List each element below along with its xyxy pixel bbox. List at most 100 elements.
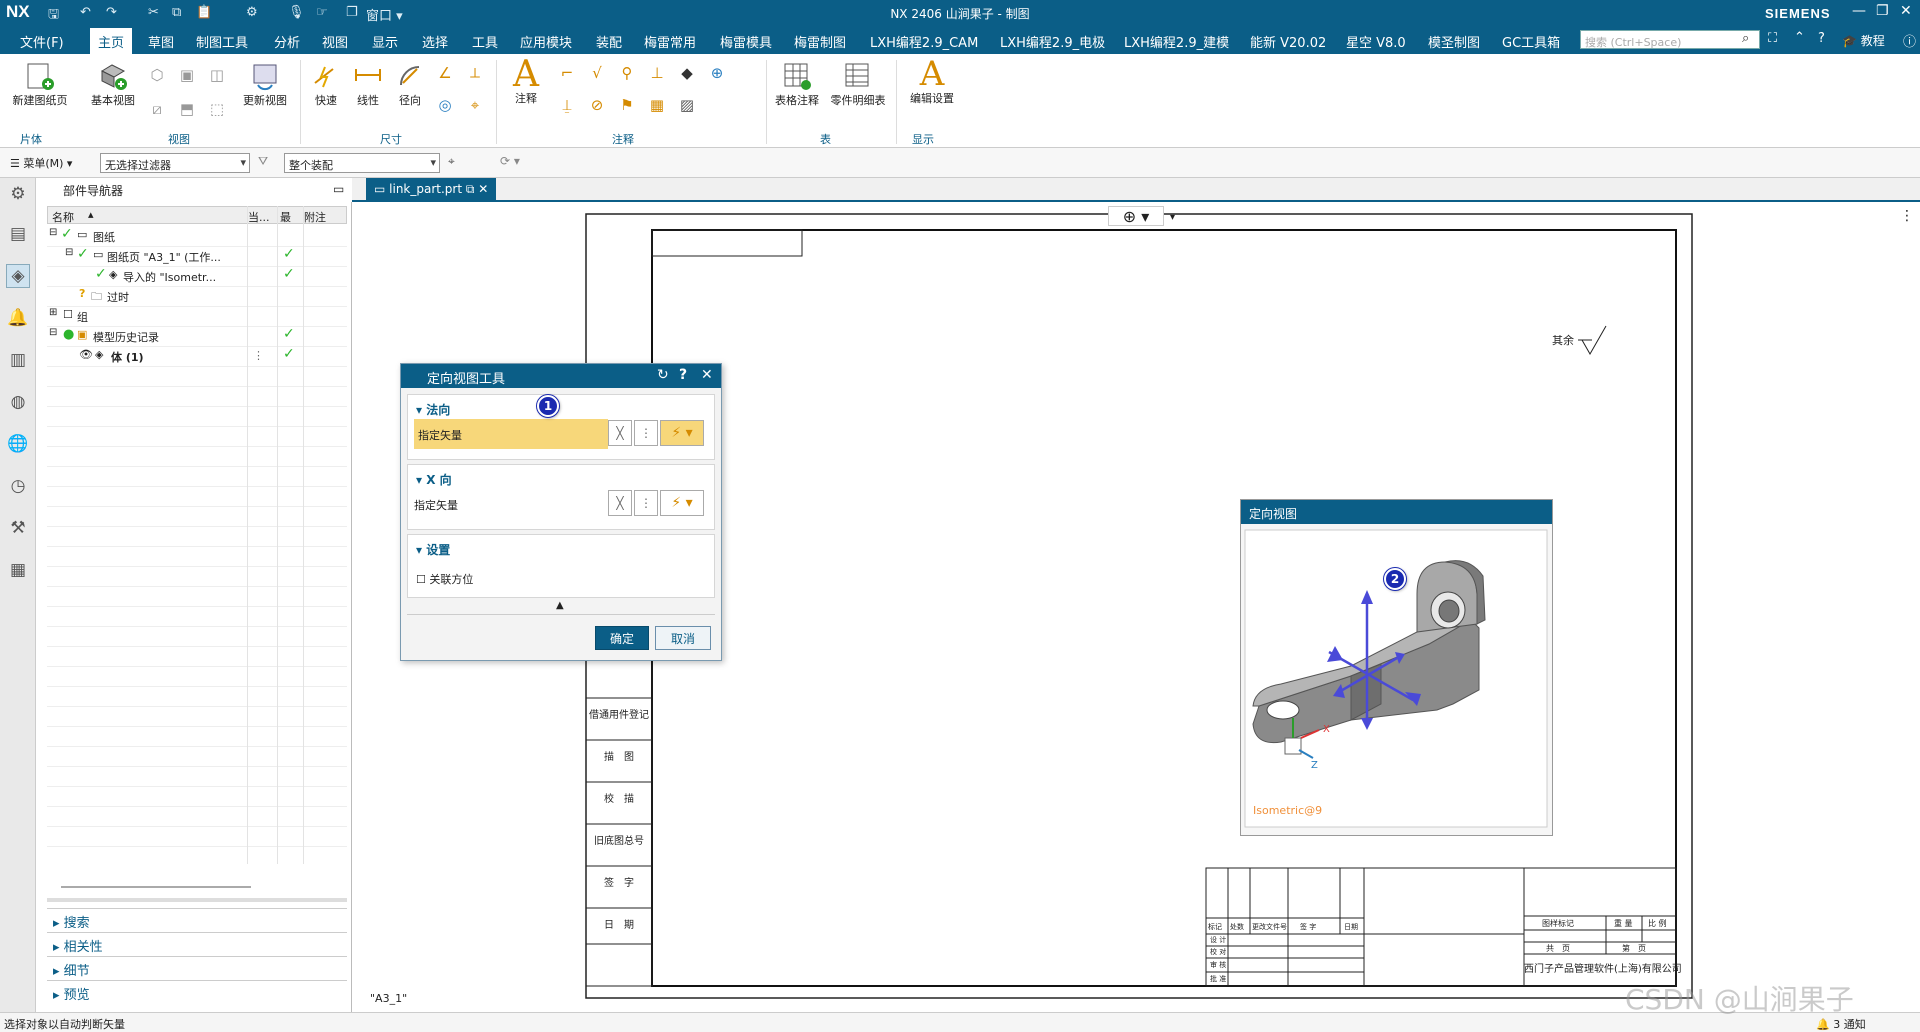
menu-sketch[interactable]: 草图 — [148, 32, 174, 51]
menu-display[interactable]: 显示 — [372, 32, 398, 51]
process-studio-icon[interactable]: ⚒ — [6, 516, 30, 540]
table-note-button[interactable]: 表格注释 — [772, 60, 822, 108]
chamfer-dimension-icon[interactable]: ⟂ — [464, 62, 486, 84]
detail-view-icon[interactable]: ◫ — [206, 64, 228, 86]
inferred-vector-dropdown[interactable]: ⚡ ▾ — [660, 490, 704, 516]
tab-link-part[interactable]: ▭ link_part.prt ⧉ ✕ — [366, 178, 497, 202]
tree-row-imported-view[interactable]: ✓ ◈ 导入的 "Isometr... ✓ — [47, 266, 347, 286]
menu-xingkong[interactable]: 星空 V8.0 — [1346, 32, 1406, 51]
menu-gc-toolkit[interactable]: GC工具箱 — [1502, 32, 1560, 51]
section-view-icon[interactable]: ▣ — [176, 64, 198, 86]
type-filter-select[interactable]: 无选择过滤器 — [100, 153, 250, 173]
menu-file[interactable]: 文件(F) — [20, 32, 64, 51]
datum-target-icon[interactable]: ⊥ — [646, 62, 668, 84]
reset-icon[interactable]: ↻ — [657, 367, 669, 383]
filter-icon[interactable]: ⛛ — [258, 154, 268, 169]
menu-meilei-mold[interactable]: 梅雷模具 — [720, 32, 772, 51]
snap-icon[interactable]: ⌖ — [448, 154, 455, 169]
view-triad-widget[interactable]: ⊕ ▾ — [1108, 206, 1164, 226]
ordinate-dimension-icon[interactable]: ⌖ — [464, 94, 486, 116]
collapse-toggle[interactable]: ⊟ — [49, 327, 57, 338]
tutorial-link[interactable]: 🎓 教程 — [1842, 32, 1885, 49]
target-point-icon[interactable]: ⚑ — [616, 94, 638, 116]
fill-icon[interactable]: ◆ — [676, 62, 698, 84]
hatch-icon[interactable]: ▦ — [646, 94, 668, 116]
projected-view-icon[interactable]: ⬡ — [146, 64, 168, 86]
accordion-search[interactable]: ▸ 搜索 — [47, 908, 347, 931]
graphics-menu-icon[interactable]: ⋮ — [1900, 208, 1914, 224]
search-icon[interactable]: ⌕ — [1742, 31, 1749, 46]
thickness-dimension-icon[interactable]: ◎ — [434, 94, 456, 116]
expand-toggle[interactable]: ⊞ — [49, 307, 57, 318]
angular-dimension-icon[interactable]: ∠ — [434, 62, 456, 84]
hd3d-icon[interactable]: ◍ — [6, 390, 30, 414]
column-current[interactable]: 当... — [248, 209, 270, 225]
menu-drafting-tools[interactable]: 制图工具 — [196, 32, 248, 51]
collapse-more-icon[interactable]: ▲ — [556, 600, 564, 611]
roles-icon[interactable]: ▦ — [6, 558, 30, 582]
menu-meilei-common[interactable]: 梅雷常用 — [644, 32, 696, 51]
reuse-library-icon[interactable]: ▥ — [6, 348, 30, 372]
menu-lxh-modeling[interactable]: LXH编程2.9_建模 — [1124, 32, 1229, 51]
accordion-dependencies[interactable]: ▸ 相关性 — [47, 932, 347, 955]
menu-button[interactable]: ☰ 菜单(M) ▾ — [10, 155, 72, 171]
settings-section-header[interactable]: ▾ 设置 — [416, 541, 450, 558]
menu-view[interactable]: 视图 — [322, 32, 348, 51]
tree-row-body[interactable]: 👁 ◈ 体 (1) ⋮ ✓ — [47, 346, 347, 366]
ok-button[interactable]: 确定 — [595, 626, 649, 650]
image-icon[interactable]: ▨ — [676, 94, 698, 116]
normal-vector-label[interactable]: 指定矢量 — [414, 419, 608, 449]
surface-finish-icon[interactable]: √ — [586, 62, 608, 84]
horizontal-scrollbar[interactable] — [61, 886, 251, 888]
eye-icon[interactable]: 👁 — [79, 348, 93, 361]
notifications-indicator[interactable]: 🔔 3 通知 — [1816, 1016, 1866, 1032]
menu-nengxin[interactable]: 能新 V20.02 — [1250, 32, 1326, 51]
selection-options-icon[interactable]: ⟳ ▾ — [500, 154, 520, 168]
inferred-vector-dropdown[interactable]: ⚡ ▾ — [660, 420, 704, 446]
info-icon[interactable]: ⓘ — [1903, 31, 1916, 50]
tree-row-outdated[interactable]: ? 🗀 过时 — [47, 286, 347, 306]
parts-list-button[interactable]: 零件明细表 — [828, 60, 888, 108]
reverse-direction-icon[interactable]: ╳ — [608, 420, 632, 446]
tree-row-model-history[interactable]: ⊟ ● ▣ 模型历史记录 ✓ — [47, 326, 347, 346]
vector-dialog-icon[interactable]: ⋮ — [634, 490, 658, 516]
quick-dimension-button[interactable]: 快速 — [306, 60, 346, 108]
vector-dialog-icon[interactable]: ⋮ — [634, 420, 658, 446]
column-latest[interactable]: 最 — [280, 209, 291, 225]
accordion-details[interactable]: ▸ 细节 — [47, 956, 347, 979]
feature-control-frame-icon[interactable]: ⌐ — [556, 62, 578, 84]
maximize-panel-icon[interactable]: ▭ — [333, 182, 344, 196]
column-notes[interactable]: 附注 — [304, 209, 326, 225]
menu-tools[interactable]: 工具 — [472, 32, 498, 51]
help-icon[interactable]: ? — [679, 367, 687, 383]
close-icon[interactable]: ✕ — [701, 367, 713, 383]
tree-row-drawing[interactable]: ⊟ ✓ ▭ 图纸 — [47, 226, 347, 246]
collapse-toggle[interactable]: ⊟ — [65, 247, 73, 258]
tree-row-group[interactable]: ⊞ ☐ 组 — [47, 306, 347, 326]
tree-row-sheet[interactable]: ⊟ ✓ ▭ 图纸页 "A3_1" (工作... ✓ — [47, 246, 347, 266]
menu-analysis[interactable]: 分析 — [274, 32, 300, 51]
menu-select[interactable]: 选择 — [422, 32, 448, 51]
new-sheet-button[interactable]: 新建图纸页 — [8, 60, 72, 108]
associative-checkbox[interactable]: ☐ 关联方位 — [416, 571, 473, 587]
reverse-direction-icon[interactable]: ╳ — [608, 490, 632, 516]
help-icon[interactable]: ? — [1818, 31, 1825, 46]
view-options-dropdown[interactable]: ▾ — [1170, 212, 1175, 223]
break-out-icon[interactable]: ⬒ — [176, 98, 198, 120]
history-icon[interactable]: ◷ — [6, 474, 30, 498]
balloon-icon[interactable]: ⊘ — [586, 94, 608, 116]
notification-icon[interactable]: 🔔 — [6, 306, 30, 330]
menu-applications[interactable]: 应用模块 — [520, 32, 572, 51]
search-input[interactable]: 搜索 (Ctrl+Space) — [1580, 30, 1760, 49]
collapse-toggle[interactable]: ⊟ — [49, 227, 57, 238]
base-view-button[interactable]: 基本视图 — [82, 60, 144, 108]
sort-ascending-icon[interactable]: ▴ — [88, 208, 94, 221]
linear-dimension-button[interactable]: 线性 — [348, 60, 388, 108]
cancel-button[interactable]: 取消 — [655, 626, 711, 650]
selection-scope-select[interactable]: 整个装配 — [284, 153, 440, 173]
menu-lxh-electrode[interactable]: LXH编程2.9_电极 — [1000, 32, 1105, 51]
radial-dimension-button[interactable]: 径向 — [390, 60, 430, 108]
center-mark-icon[interactable]: ⊕ — [706, 62, 728, 84]
update-view-button[interactable]: 更新视图 — [234, 60, 296, 108]
web-browser-icon[interactable]: 🌐 — [6, 432, 30, 456]
